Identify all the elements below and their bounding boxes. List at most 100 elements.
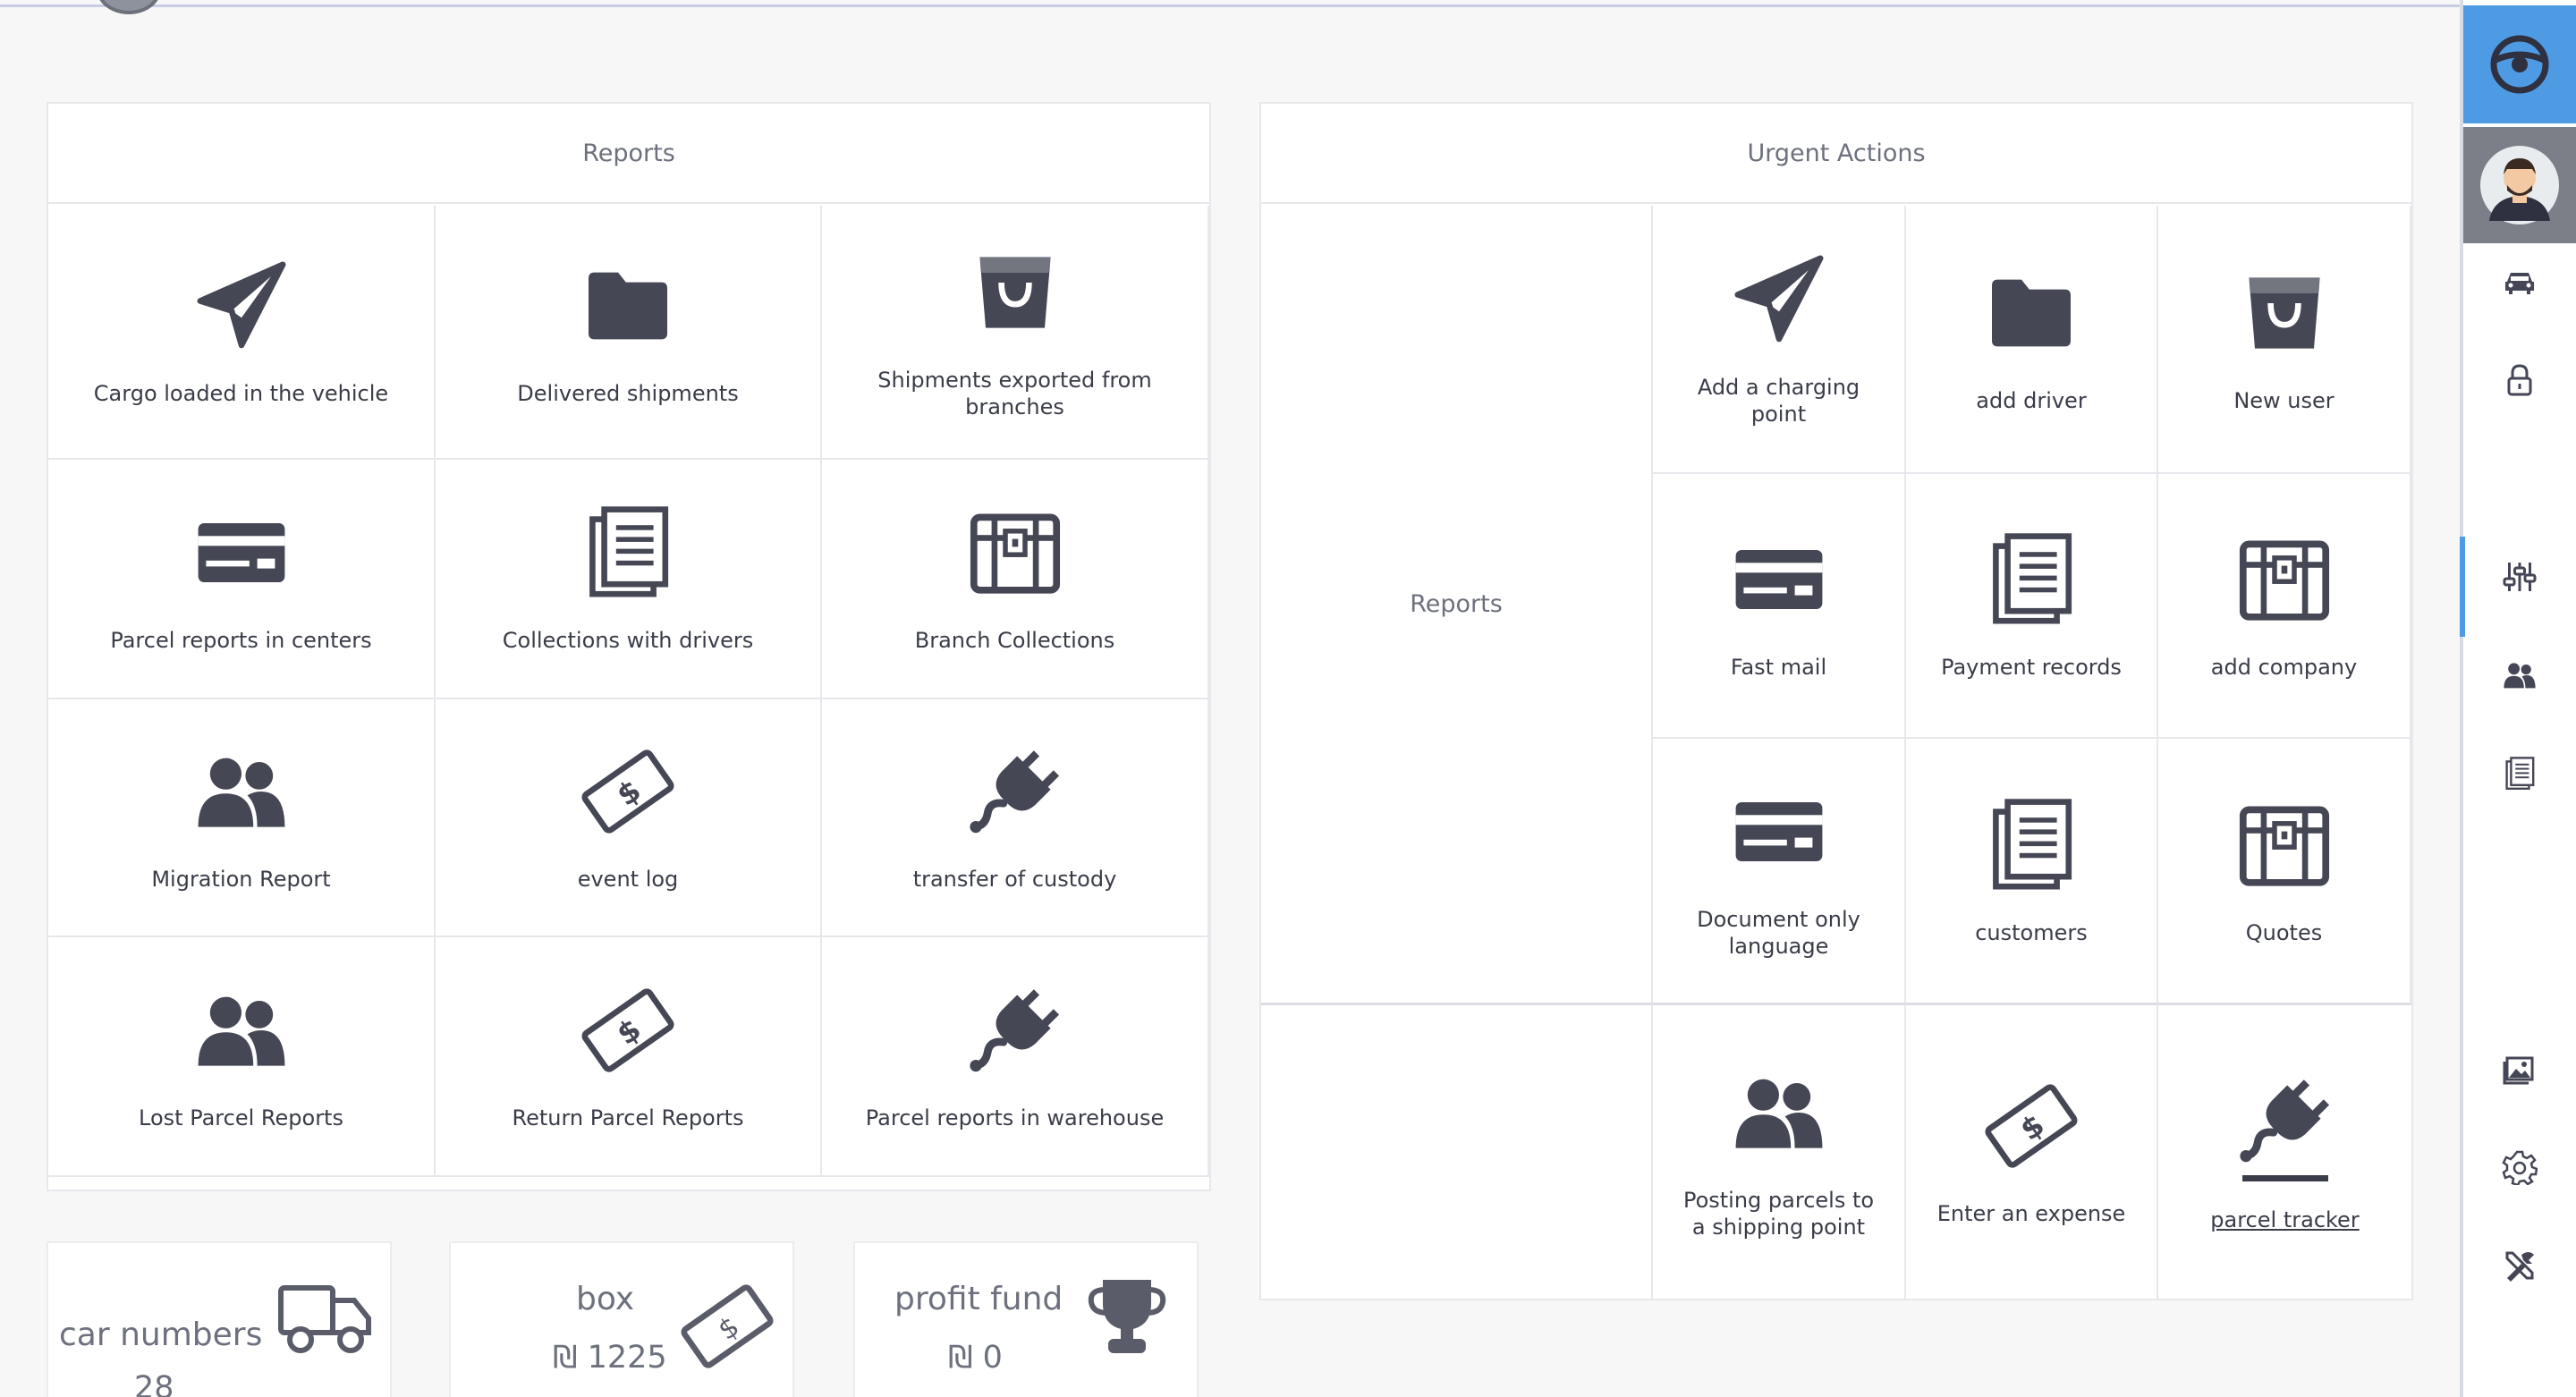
report-tile[interactable]: Lost Parcel Reports — [48, 937, 436, 1177]
shopping-bag-icon — [2235, 264, 2334, 362]
report-tile[interactable]: Shipments exported from branches — [822, 206, 1209, 460]
action-tile-label: Document only language — [1697, 906, 1860, 959]
stat-card-box: box ₪ 1225 $ — [449, 1241, 794, 1397]
treasure-chest-icon — [966, 504, 1064, 602]
folder-icon — [1982, 264, 2080, 362]
action-tile-label: Posting parcels to a shipping point — [1682, 1188, 1875, 1240]
urgent-actions-grid: Reports Add a charging point add driver … — [1261, 206, 2411, 1300]
stat-value: ₪ 1225 — [553, 1340, 667, 1376]
action-tile[interactable]: customers — [1906, 739, 2158, 1005]
document-icon — [1982, 530, 2080, 629]
document-icon — [2502, 756, 2538, 792]
tools-icon — [2505, 1251, 2534, 1282]
truck-icon — [278, 1285, 371, 1353]
action-tile-label: add driver — [1976, 388, 2087, 413]
stat-card-profit-fund: profit fund ₪ 0 — [853, 1241, 1199, 1397]
action-tile-label: Add a charging point — [1697, 375, 1860, 427]
plug-icon — [966, 742, 1064, 841]
stat-title: box — [576, 1281, 635, 1317]
top-bar — [0, 0, 2462, 14]
document-icon — [1982, 796, 2080, 894]
action-tile-label: add company — [2210, 655, 2358, 680]
action-tile[interactable]: New user — [2158, 206, 2411, 474]
stat-card-car-numbers: car numbers 28 — [47, 1241, 392, 1397]
users-icon — [192, 742, 291, 841]
rail-sliders-button[interactable] — [2497, 555, 2542, 599]
report-tile[interactable]: transfer of custody — [822, 699, 1209, 937]
action-tile[interactable]: Add a charging point — [1653, 206, 1906, 474]
gear-icon — [2502, 1150, 2538, 1185]
document-icon — [579, 504, 677, 602]
money-bill-icon: $ — [681, 1284, 774, 1368]
users-icon — [1730, 1063, 1828, 1162]
stat-value: 28 — [134, 1370, 174, 1397]
action-tile[interactable]: add driver — [1906, 206, 2158, 474]
action-tile[interactable]: Document only language — [1653, 739, 1906, 1005]
plug-icon — [2236, 1071, 2334, 1170]
rail-car-button[interactable] — [2497, 259, 2542, 304]
report-tile[interactable]: Branch Collections — [822, 460, 1209, 699]
action-tile-label: customers — [1975, 919, 2088, 945]
urgent-actions-title: Urgent Actions — [1261, 104, 2411, 204]
report-tile-label: Branch Collections — [914, 628, 1115, 653]
top-avatar[interactable] — [97, 0, 161, 14]
report-tile[interactable]: Collections with drivers — [436, 460, 822, 699]
money-bill-icon — [579, 981, 677, 1080]
money-bill-icon — [1982, 1077, 2080, 1175]
report-tile[interactable]: Return Parcel Reports — [436, 937, 822, 1177]
urgent-actions-panel: Urgent Actions Reports Add a charging po… — [1259, 102, 2413, 1300]
rail-settings-button[interactable] — [2497, 1145, 2542, 1190]
folder-icon — [579, 257, 677, 355]
paper-plane-icon — [1730, 250, 1828, 349]
car-icon — [2505, 273, 2534, 294]
action-tile[interactable]: parcel tracker — [2158, 1005, 2411, 1299]
rail-image-button[interactable] — [2497, 1046, 2542, 1091]
reports-grid: Cargo loaded in the vehicle Delivered sh… — [48, 206, 1209, 1190]
action-tile[interactable]: add company — [2158, 474, 2411, 739]
action-tile-label: Fast mail — [1730, 655, 1827, 680]
credit-card-icon — [192, 504, 291, 602]
empty-cell — [1261, 1005, 1653, 1299]
rail-users-button[interactable] — [2497, 653, 2542, 698]
rail-active-indicator — [2460, 537, 2465, 637]
steering-wheel-button[interactable] — [2463, 5, 2576, 123]
report-tile[interactable]: Cargo loaded in the vehicle — [48, 206, 436, 460]
report-tile[interactable]: Parcel reports in warehouse — [822, 937, 1209, 1177]
parcel-tracker-link[interactable]: parcel tracker — [2189, 1206, 2380, 1233]
avatar[interactable] — [2463, 127, 2576, 243]
users-icon — [2502, 657, 2538, 693]
report-tile-label: Cargo loaded in the vehicle — [93, 381, 389, 406]
report-tile[interactable]: event log — [436, 699, 822, 937]
report-tile-label: Delivered shipments — [517, 381, 739, 406]
report-tile-label: event log — [577, 867, 679, 892]
rail-document-button[interactable] — [2497, 751, 2542, 796]
stat-value: ₪ 0 — [948, 1340, 1003, 1376]
urgent-side-label: Reports — [1261, 206, 1653, 1005]
paper-plane-icon — [192, 257, 291, 355]
action-tile[interactable]: Quotes — [2158, 739, 2411, 1005]
report-tile[interactable]: Delivered shipments — [436, 206, 822, 460]
rail-tools-button[interactable] — [2497, 1243, 2542, 1288]
money-bill-icon — [579, 742, 677, 841]
action-tile[interactable]: Fast mail — [1653, 474, 1906, 739]
report-tile-label: Lost Parcel Reports — [139, 1105, 343, 1130]
report-tile-label: transfer of custody — [912, 867, 1117, 892]
treasure-chest-icon — [2235, 796, 2334, 894]
action-tile[interactable]: Posting parcels to a shipping point — [1653, 1005, 1906, 1299]
report-tile[interactable]: Migration Report — [48, 699, 436, 937]
action-tile[interactable]: Enter an expense — [1906, 1005, 2158, 1299]
rail-lock-button[interactable] — [2497, 358, 2542, 402]
shopping-bag-icon — [966, 243, 1064, 342]
report-tile-label: Collections with drivers — [502, 628, 754, 653]
action-tile-label: New user — [2233, 388, 2334, 413]
report-tile[interactable]: Parcel reports in centers — [48, 460, 436, 699]
avatar-icon — [2480, 146, 2559, 224]
treasure-chest-icon — [2235, 530, 2334, 629]
lock-icon — [2507, 364, 2532, 396]
stat-title: profit fund — [894, 1281, 1063, 1317]
tracker-underline — [2241, 1174, 2328, 1181]
trophy-icon — [1088, 1280, 1166, 1353]
action-tile[interactable]: Payment records — [1906, 474, 2158, 739]
users-icon — [192, 981, 291, 1080]
credit-card-icon — [1730, 530, 1828, 629]
